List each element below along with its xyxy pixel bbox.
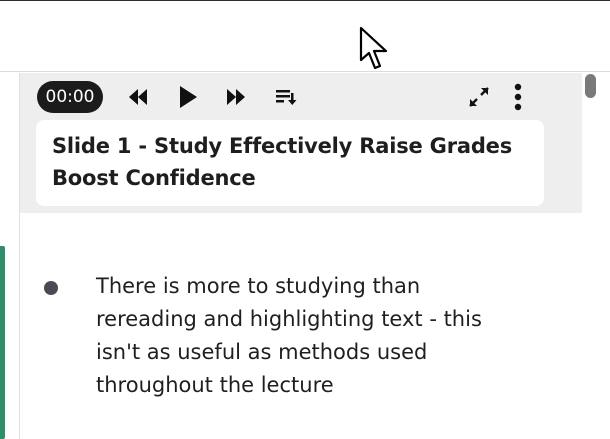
scrollbar-track[interactable] — [582, 73, 610, 439]
rewind-icon — [129, 89, 147, 105]
rewind-button[interactable] — [124, 83, 152, 111]
media-player-bar: 00:00 Slide 1 - Study Effectively Raise … — [20, 73, 583, 213]
time-display[interactable]: 00:00 — [37, 81, 103, 113]
slide-title: Slide 1 - Study Effectively Raise Grades… — [52, 134, 513, 190]
bullet-text: There is more to studying than rereading… — [96, 274, 482, 397]
fast-forward-icon — [227, 89, 245, 105]
top-bar — [0, 0, 610, 72]
left-accent-bar — [0, 246, 5, 439]
slide-content: There is more to studying than rereading… — [20, 213, 583, 439]
playlist-button[interactable] — [272, 83, 300, 111]
more-options-button[interactable] — [504, 83, 532, 111]
fullscreen-button[interactable] — [465, 83, 493, 111]
play-button[interactable] — [174, 83, 202, 111]
play-icon — [180, 86, 197, 108]
scrollbar-thumb[interactable] — [585, 74, 596, 98]
bullet-point-icon — [44, 281, 58, 295]
playlist-icon — [276, 90, 297, 105]
mouse-pointer-icon — [359, 26, 388, 70]
slide-panel: 00:00 Slide 1 - Study Effectively Raise … — [19, 73, 583, 439]
fullscreen-icon — [469, 87, 489, 107]
fast-forward-button[interactable] — [222, 83, 250, 111]
more-options-icon — [514, 83, 522, 111]
slide-title-card: Slide 1 - Study Effectively Raise Grades… — [36, 120, 544, 206]
